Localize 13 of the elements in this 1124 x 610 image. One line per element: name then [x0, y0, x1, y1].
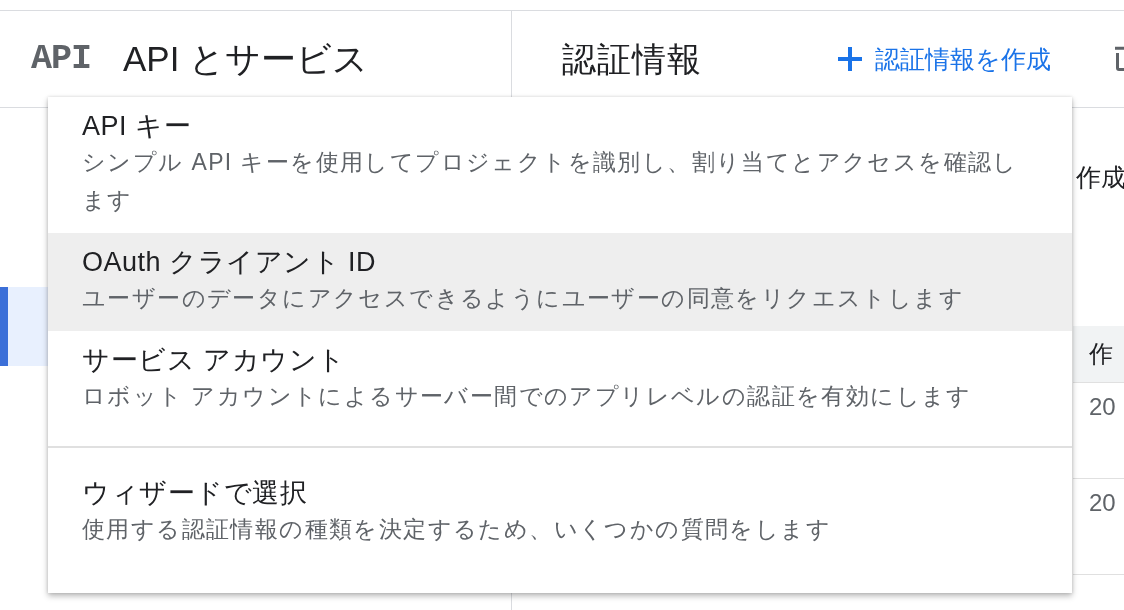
- section-title: API とサービス: [123, 38, 369, 80]
- menu-item[interactable]: OAuth クライアント ID ユーザーのデータにアクセスできるようにユーザーの同意をリクエストします: [48, 233, 1072, 331]
- menu-item[interactable]: ウィザードで選択 使用する認証情報の種類を決定するため、いくつかの質問をします: [48, 464, 1072, 562]
- table-header-cell-text: 作: [1089, 339, 1113, 369]
- create-credentials-button[interactable]: 認証情報を作成: [834, 36, 1055, 82]
- menu-item[interactable]: サービス アカウント ロボット アカウントによるサーバー間でのアプリレベルの認証を有効にします: [48, 331, 1072, 429]
- trash-icon[interactable]: [1115, 46, 1124, 72]
- menu-item[interactable]: API キー シンプル API キーを使用してプロジェクトを識別し、割り当てとアクセスを確認します: [48, 97, 1072, 233]
- plus-icon: [838, 47, 862, 71]
- table-cell-text: 20: [1089, 392, 1116, 422]
- api-logo: API: [31, 39, 91, 79]
- table-cell-text: 20: [1089, 488, 1116, 518]
- page-title: 認証情報: [562, 39, 702, 80]
